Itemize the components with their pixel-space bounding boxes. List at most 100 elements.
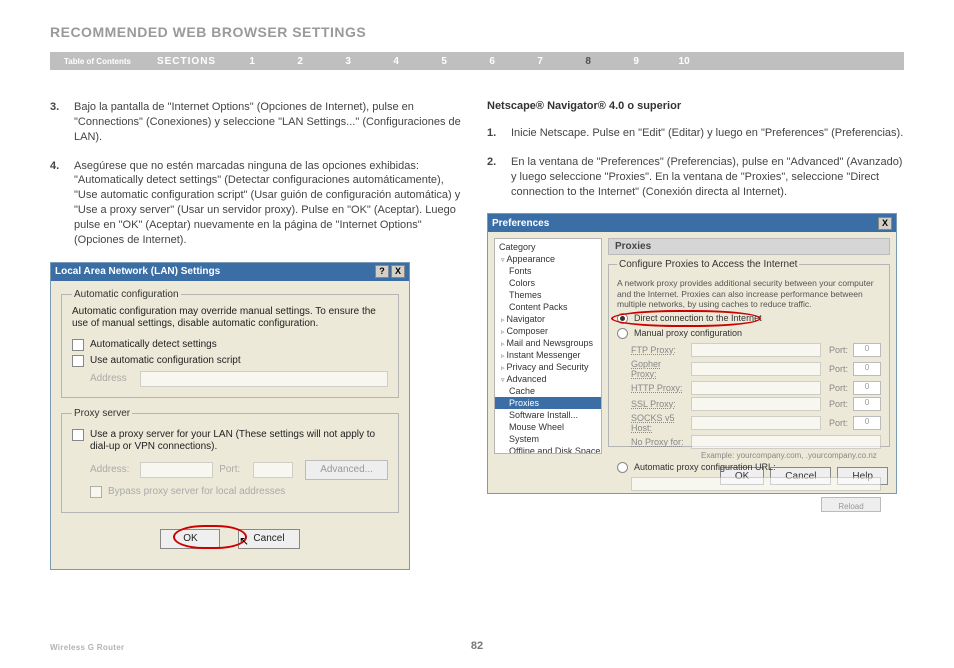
auto-note: Automatic configuration may override man… bbox=[72, 306, 388, 331]
socks-input[interactable] bbox=[691, 416, 821, 430]
help-icon[interactable]: ? bbox=[375, 265, 389, 278]
chk-auto-script-label: Use automatic configuration script bbox=[90, 355, 241, 366]
tree-themes[interactable]: Themes bbox=[495, 289, 601, 301]
nav-2[interactable]: 2 bbox=[276, 56, 324, 67]
pref-title: Preferences bbox=[492, 218, 549, 229]
tree-proxies[interactable]: Proxies bbox=[495, 397, 601, 409]
nav-7[interactable]: 7 bbox=[516, 56, 564, 67]
radio-direct-label: Direct connection to the Internet bbox=[634, 313, 762, 323]
proxy-address-label: Address: bbox=[90, 464, 134, 475]
tree-mouse[interactable]: Mouse Wheel bbox=[495, 421, 601, 433]
auto-url-input[interactable] bbox=[631, 477, 881, 491]
gopher-label: Gopher Proxy: bbox=[631, 359, 687, 379]
lan-settings-dialog: Local Area Network (LAN) Settings ? X Au… bbox=[50, 262, 410, 570]
nav-6[interactable]: 6 bbox=[468, 56, 516, 67]
nav-8[interactable]: 8 bbox=[564, 56, 612, 67]
pref-category-tree[interactable]: Category Appearance Fonts Colors Themes … bbox=[494, 238, 602, 454]
ssl-port-label: Port: bbox=[825, 399, 849, 409]
pane-title: Proxies bbox=[608, 238, 890, 255]
ns-step-1: 1. Inicie Netscape. Pulse en "Edit" (Edi… bbox=[487, 126, 904, 141]
tree-system[interactable]: System bbox=[495, 433, 601, 445]
gopher-port[interactable]: 0 bbox=[853, 362, 881, 376]
chk-auto-detect-label: Automatically detect settings bbox=[90, 339, 217, 350]
step-4-num: 4. bbox=[50, 159, 74, 248]
tree-offline[interactable]: Offline and Disk Space bbox=[495, 445, 601, 454]
ftp-input[interactable] bbox=[691, 343, 821, 357]
chk-bypass-local-label: Bypass proxy server for local addresses bbox=[108, 486, 285, 497]
cursor-icon: ↖ bbox=[239, 534, 249, 548]
chk-auto-detect[interactable] bbox=[72, 339, 84, 351]
group-proxy: Proxy server Use a proxy server for your… bbox=[61, 408, 399, 513]
ssl-label: SSL Proxy: bbox=[631, 399, 687, 409]
nav-9[interactable]: 9 bbox=[612, 56, 660, 67]
pref-close-icon[interactable]: X bbox=[878, 217, 892, 230]
radio-direct[interactable] bbox=[617, 313, 628, 324]
section-nav: Table of Contents SECTIONS 1 2 3 4 5 6 7… bbox=[50, 52, 904, 70]
preferences-dialog: Preferences X Category Appearance Fonts … bbox=[487, 213, 897, 494]
ns-step-2-num: 2. bbox=[487, 155, 511, 200]
gopher-input[interactable] bbox=[691, 362, 821, 376]
http-port-label: Port: bbox=[825, 383, 849, 393]
advanced-button[interactable]: Advanced... bbox=[305, 460, 388, 480]
chk-use-proxy[interactable] bbox=[72, 429, 84, 441]
tree-privacy[interactable]: Privacy and Security bbox=[495, 361, 601, 373]
lan-titlebar: Local Area Network (LAN) Settings ? X bbox=[51, 263, 409, 281]
group-proxy-legend: Proxy server bbox=[72, 408, 132, 419]
tree-composer[interactable]: Composer bbox=[495, 325, 601, 337]
page-title: RECOMMENDED WEB BROWSER SETTINGS bbox=[0, 0, 954, 48]
tree-cache[interactable]: Cache bbox=[495, 385, 601, 397]
proxy-port-input[interactable] bbox=[253, 462, 293, 478]
radio-auto[interactable] bbox=[617, 462, 628, 473]
socks-port[interactable]: 0 bbox=[853, 416, 881, 430]
reload-button[interactable]: Reload bbox=[821, 497, 881, 512]
proxies-note: A network proxy provides additional secu… bbox=[617, 278, 881, 309]
http-input[interactable] bbox=[691, 381, 821, 395]
auto-address-input[interactable] bbox=[140, 371, 388, 387]
proxy-port-label: Port: bbox=[219, 464, 247, 475]
step-4-text: Asegúrese que no estén marcadas ninguna … bbox=[74, 159, 467, 248]
http-port[interactable]: 0 bbox=[853, 381, 881, 395]
radio-manual[interactable] bbox=[617, 328, 628, 339]
chk-bypass-local[interactable] bbox=[90, 486, 102, 498]
tree-header: Category bbox=[495, 241, 601, 253]
gopher-port-label: Port: bbox=[825, 364, 849, 374]
nav-5[interactable]: 5 bbox=[420, 56, 468, 67]
nav-10[interactable]: 10 bbox=[660, 56, 708, 67]
tree-fonts[interactable]: Fonts bbox=[495, 265, 601, 277]
tree-navigator[interactable]: Navigator bbox=[495, 313, 601, 325]
tree-colors[interactable]: Colors bbox=[495, 277, 601, 289]
nav-sections-label: SECTIONS bbox=[145, 56, 228, 67]
footer-page-number: 82 bbox=[0, 640, 954, 652]
ftp-port[interactable]: 0 bbox=[853, 343, 881, 357]
ftp-port-label: Port: bbox=[825, 345, 849, 355]
ssl-input[interactable] bbox=[691, 397, 821, 411]
ssl-port[interactable]: 0 bbox=[853, 397, 881, 411]
netscape-title: Netscape® Navigator® 4.0 o superior bbox=[487, 100, 904, 112]
tree-appearance[interactable]: Appearance bbox=[495, 253, 601, 265]
tree-im[interactable]: Instant Messenger bbox=[495, 349, 601, 361]
ftp-label: FTP Proxy: bbox=[631, 345, 687, 355]
tree-advanced[interactable]: Advanced bbox=[495, 373, 601, 385]
close-icon[interactable]: X bbox=[391, 265, 405, 278]
http-label: HTTP Proxy: bbox=[631, 383, 687, 393]
tree-software[interactable]: Software Install... bbox=[495, 409, 601, 421]
noproxy-input[interactable] bbox=[691, 435, 881, 449]
socks-port-label: Port: bbox=[825, 418, 849, 428]
example-text: Example: yourcompany.com, .yourcompany.c… bbox=[631, 451, 881, 460]
proxy-address-input[interactable] bbox=[140, 462, 213, 478]
auto-address-label: Address bbox=[90, 373, 134, 384]
step-3-num: 3. bbox=[50, 100, 74, 145]
tree-content-packs[interactable]: Content Packs bbox=[495, 301, 601, 313]
ns-step-1-text: Inicie Netscape. Pulse en "Edit" (Editar… bbox=[511, 126, 904, 141]
nav-4[interactable]: 4 bbox=[372, 56, 420, 67]
nav-3[interactable]: 3 bbox=[324, 56, 372, 67]
ok-button[interactable]: OK bbox=[160, 529, 220, 549]
lan-title: Local Area Network (LAN) Settings bbox=[55, 266, 220, 277]
chk-use-proxy-label: Use a proxy server for your LAN (These s… bbox=[90, 429, 388, 454]
nav-toc[interactable]: Table of Contents bbox=[50, 57, 145, 66]
ns-step-2-text: En la ventana de "Preferences" (Preferen… bbox=[511, 155, 904, 200]
chk-auto-script[interactable] bbox=[72, 355, 84, 367]
nav-1[interactable]: 1 bbox=[228, 56, 276, 67]
radio-auto-label: Automatic proxy configuration URL: bbox=[634, 462, 776, 472]
tree-mail[interactable]: Mail and Newsgroups bbox=[495, 337, 601, 349]
